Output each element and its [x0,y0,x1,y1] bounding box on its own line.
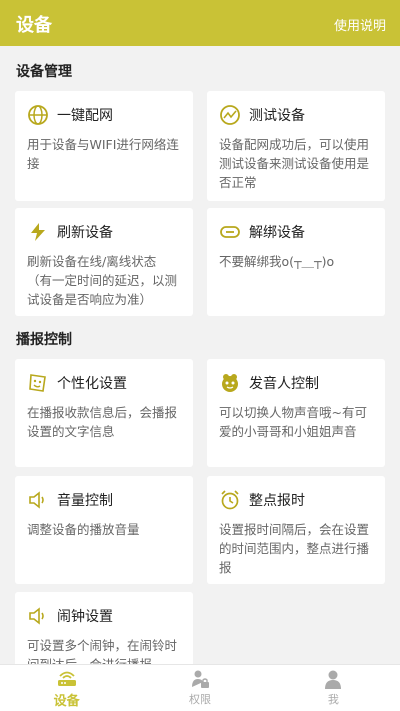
card-desc: 不要解绑我o(┬＿┬)o [219,254,335,269]
unlink-icon [219,221,241,243]
lock-user-icon [189,669,211,689]
section-broadcast-control: 播报控制 [16,332,72,348]
card-title: 一键配网 [57,108,113,124]
card-title: 解绑设备 [249,225,305,241]
card-refresh-device[interactable]: 刷新设备 刷新设备在线/离线状态（有一定时间的延迟，以测试设备是否响应为准） [15,208,193,316]
card-title: 个性化设置 [57,376,127,392]
card-volume-control[interactable]: 音量控制 调整设备的播放音量 [15,476,193,584]
card-one-key-network[interactable]: 一键配网 用于设备与WIFI进行网络连接 [15,91,193,201]
card-desc: 刷新设备在线/离线状态（有一定时间的延迟，以测试设备是否响应为准） [27,254,178,307]
app-header: 设备 使用说明 [0,0,400,46]
card-test-device[interactable]: 测试设备 设备配网成功后，可以使用测试设备来测试设备使用是否正常 [207,91,385,201]
tab-label: 设备 [53,693,80,709]
card-title: 测试设备 [249,108,305,124]
card-title: 闹钟设置 [57,609,113,625]
speaker-icon [27,489,49,511]
user-icon [322,669,344,689]
card-desc: 设置报时间隔后，会在设置的时间范围内，整点进行播报 [219,522,370,575]
main-content[interactable]: 设备管理 一键配网 用于设备与WIFI进行网络连接 测试设备 设备配网成功后，可… [0,46,400,664]
tab-permission[interactable]: 权限 [133,665,266,711]
card-title: 整点报时 [249,493,305,509]
card-unbind-device[interactable]: 解绑设备 不要解绑我o(┬＿┬)o [207,208,385,316]
tab-me[interactable]: 我 [267,665,400,711]
face-mask-icon [219,372,241,394]
card-personalization[interactable]: 个性化设置 在播报收款信息后，会播报设置的文字信息 [15,359,193,467]
speaker-icon [27,605,49,627]
card-desc: 设备配网成功后，可以使用测试设备来测试设备使用是否正常 [219,137,370,190]
card-desc: 可以切换人物声音哦~有可爱的小哥哥和小姐姐声音 [219,405,367,439]
card-alarm-settings[interactable]: 闹钟设置 可设置多个闹钟，在闹铃时间到达后，会进行播报 [15,592,193,664]
card-title: 刷新设备 [57,225,113,241]
card-title: 发音人控制 [249,376,319,392]
tab-label: 我 [327,693,339,706]
refresh-icon [27,221,49,243]
globe-icon [27,104,49,126]
section-device-management: 设备管理 [16,64,72,80]
router-icon [56,668,78,688]
help-link[interactable]: 使用说明 [334,15,386,34]
tab-label: 权限 [188,693,211,706]
page-title: 设备 [16,15,52,36]
alarm-clock-icon [219,489,241,511]
card-desc: 在播报收款信息后，会播报设置的文字信息 [27,405,178,439]
bottom-tab-bar: 设备 权限 我 [0,664,400,711]
card-desc: 用于设备与WIFI进行网络连接 [27,137,179,171]
chart-wave-icon [219,104,241,126]
card-desc: 可设置多个闹钟，在闹铃时间到达后，会进行播报 [27,638,178,664]
card-speaker-control[interactable]: 发音人控制 可以切换人物声音哦~有可爱的小哥哥和小姐姐声音 [207,359,385,467]
card-hourly-report[interactable]: 整点报时 设置报时间隔后，会在设置的时间范围内，整点进行播报 [207,476,385,584]
smile-tag-icon [27,372,49,394]
tab-device[interactable]: 设备 [0,665,133,711]
card-desc: 调整设备的播放音量 [27,522,140,537]
card-title: 音量控制 [57,493,113,509]
